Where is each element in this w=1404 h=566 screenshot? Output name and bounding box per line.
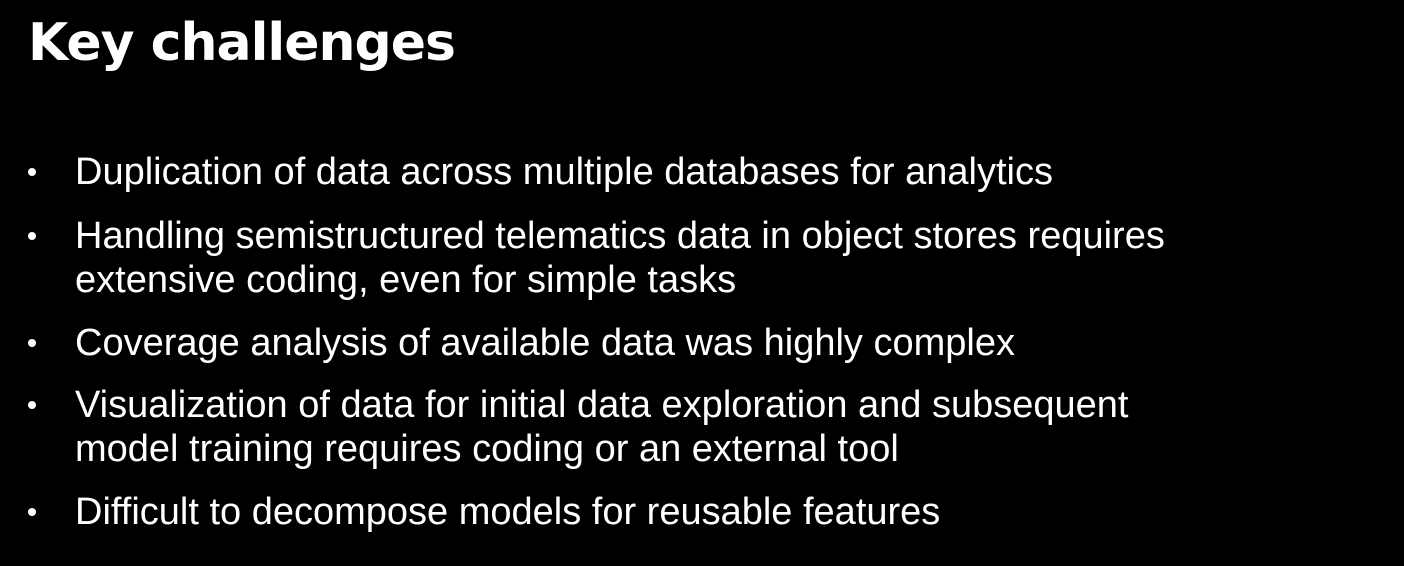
bullet-dot-icon: [28, 401, 36, 409]
bullet-line: Visualization of data for initial data e…: [75, 384, 1129, 426]
bullet-line: model training requires coding or an ext…: [75, 428, 899, 470]
bullet-text: Difficult to decompose models for reusab…: [75, 490, 1375, 534]
bullet-line: extensive coding, even for simple tasks: [75, 259, 737, 301]
bullet-line: Duplication of data across multiple data…: [75, 151, 1053, 193]
bullet-text: Coverage analysis of available data was …: [75, 321, 1375, 365]
bullet-text: Handling semistructured telematics data …: [75, 214, 1375, 302]
bullet-line: Handling semistructured telematics data …: [75, 215, 1165, 257]
bullet-text: Duplication of data across multiple data…: [75, 150, 1375, 194]
bullet-dot-icon: [28, 232, 36, 240]
slide: Key challenges Duplication of data acros…: [0, 0, 1404, 566]
bullet-line: Coverage analysis of available data was …: [75, 322, 1015, 364]
slide-title: Key challenges: [28, 13, 456, 73]
bullet-dot-icon: [28, 168, 36, 176]
bullet-dot-icon: [28, 339, 36, 347]
bullet-dot-icon: [28, 508, 36, 516]
bullet-line: Difficult to decompose models for reusab…: [75, 491, 941, 533]
bullet-text: Visualization of data for initial data e…: [75, 383, 1375, 471]
